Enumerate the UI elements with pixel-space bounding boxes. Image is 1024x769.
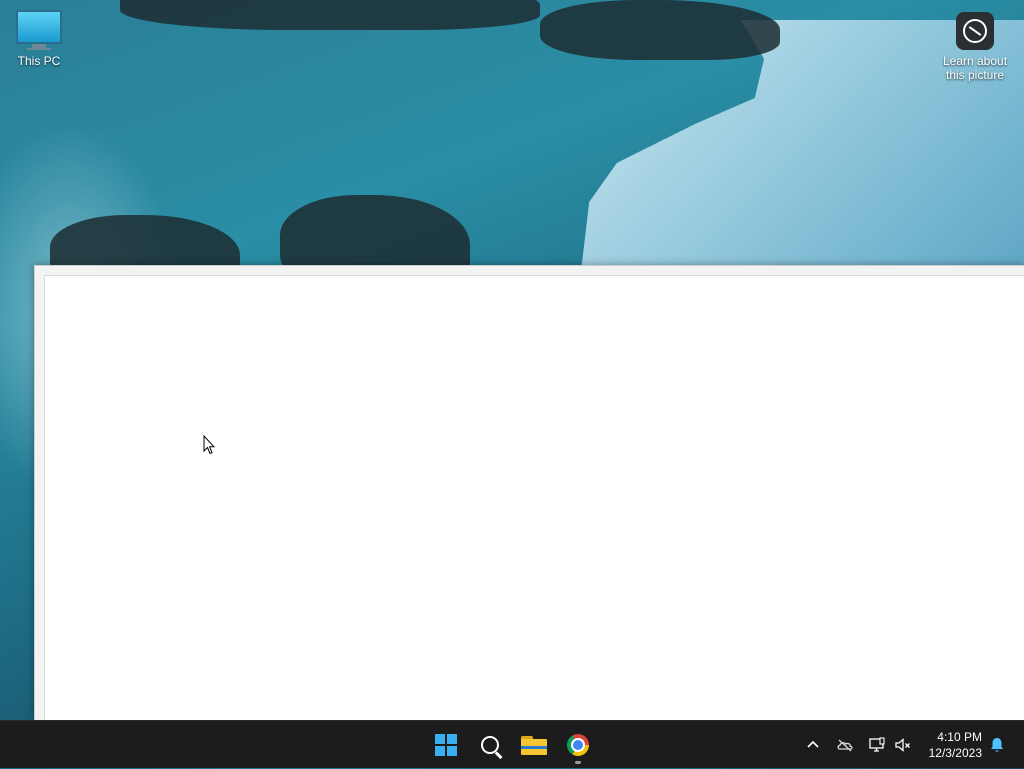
running-indicator [575,761,581,764]
start-button[interactable] [426,725,466,765]
learn-about-picture-desktop-icon[interactable]: Learn about this picture [936,12,1014,82]
learn-about-picture-icon [936,12,1014,50]
show-hidden-icons-button[interactable] [802,721,824,769]
onedrive-cloud-icon [837,739,853,752]
clock-date: 12/3/2023 [928,746,982,760]
volume-muted-icon [895,738,910,752]
onedrive-button[interactable] [834,721,856,769]
volume-button[interactable] [892,721,914,769]
file-explorer-button[interactable] [514,725,554,765]
windows-logo-icon [435,734,457,756]
computer-icon [0,10,78,50]
network-button[interactable] [866,721,888,769]
folder-icon [521,735,547,755]
chrome-button[interactable] [558,725,598,765]
window-content-area[interactable] [44,275,1024,720]
search-icon [481,736,499,754]
taskbar: 4:10 PM 12/3/2023 [0,720,1024,768]
mouse-cursor-icon [203,435,215,455]
clock-time: 4:10 PM [937,730,982,744]
blank-app-window[interactable] [34,265,1024,720]
desktop-icon-label-line1: Learn about [942,54,1008,68]
wallpaper-rock [540,0,780,60]
search-button[interactable] [470,725,510,765]
clock-button[interactable]: 4:10 PM 12/3/2023 [929,729,982,761]
chrome-icon [567,734,589,756]
wallpaper-rock [120,0,540,30]
this-pc-desktop-icon[interactable]: This PC [0,10,78,68]
desktop-icon-label: This PC [17,54,61,68]
notification-bell-icon [991,738,1003,752]
network-icon [869,737,885,752]
chevron-up-icon [807,740,819,748]
desktop-icon-label-line2: this picture [945,68,1005,82]
notifications-button[interactable] [986,721,1008,769]
